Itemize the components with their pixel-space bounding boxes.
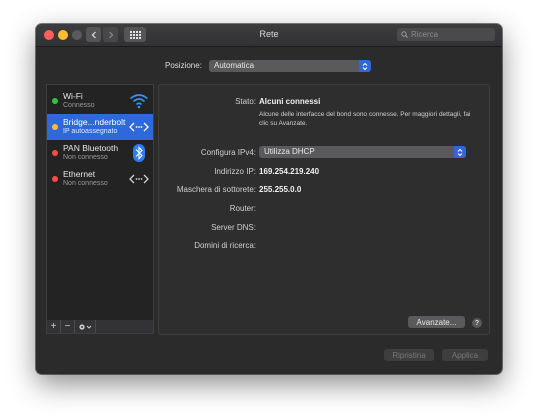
updown-chevron-icon <box>359 60 371 72</box>
status-description: Alcune delle interfacce del bond sono co… <box>259 111 471 127</box>
status-value: Alcuni connessi <box>259 97 321 106</box>
location-popup[interactable]: Automatica <box>209 60 371 72</box>
ip-address-value: 169.254.219.240 <box>259 167 320 176</box>
add-service-button[interactable]: + <box>47 320 61 333</box>
service-item-thunderbolt-bridge[interactable]: Bridge...nderbolt IP autoassegnato <box>47 114 153 140</box>
search-icon <box>401 31 408 38</box>
service-status: Non connesso <box>63 180 108 187</box>
gear-icon <box>79 323 92 330</box>
service-list: Wi-Fi Connesso Bridge...nderbolt IP auto… <box>46 84 154 322</box>
search-domains-label: Domini di ricerca: <box>194 241 256 250</box>
ip-address-label: Indirizzo IP: <box>214 167 256 176</box>
updown-chevron-icon <box>454 146 466 158</box>
status-label: Stato: <box>235 97 256 106</box>
service-status: Non connesso <box>63 154 108 161</box>
ipv4-config-label: Configura IPv4: <box>200 148 256 157</box>
service-name: Ethernet <box>63 169 96 179</box>
location-label: Posizione: <box>165 61 202 70</box>
apply-button[interactable]: Applica <box>442 349 488 361</box>
revert-button[interactable]: Ripristina <box>384 349 434 361</box>
thunderbolt-bridge-icon <box>129 117 149 137</box>
service-detail-panel: Stato: Alcuni connessi Alcune delle inte… <box>158 84 490 335</box>
status-dot <box>52 98 58 104</box>
service-name: Wi-Fi <box>63 91 83 101</box>
router-label: Router: <box>229 204 256 213</box>
action-menu-button[interactable] <box>75 320 96 333</box>
title-bar: Rete <box>36 24 502 47</box>
status-dot <box>52 150 58 156</box>
advanced-button[interactable]: Avanzate... <box>408 316 465 328</box>
service-list-toolbar: + − <box>46 320 154 334</box>
service-status: IP autoassegnato <box>63 128 118 135</box>
subnet-mask-value: 255.255.0.0 <box>259 185 302 194</box>
help-button[interactable]: ? <box>472 318 482 328</box>
service-name: Bridge...nderbolt <box>63 117 126 127</box>
dns-server-label: Server DNS: <box>211 223 256 232</box>
service-item-ethernet[interactable]: Ethernet Non connesso <box>47 166 153 192</box>
ipv4-config-popup[interactable]: Utilizza DHCP <box>259 146 466 158</box>
service-name: PAN Bluetooth <box>63 143 119 153</box>
service-item-bluetooth-pan[interactable]: PAN Bluetooth Non connesso <box>47 140 153 166</box>
status-dot <box>52 176 58 182</box>
status-dot <box>52 124 58 130</box>
search-field[interactable] <box>397 28 495 41</box>
service-status: Connesso <box>63 102 95 109</box>
ipv4-config-value: Utilizza DHCP <box>264 147 315 156</box>
network-preferences-window: Rete Posizione: Automatica Wi-Fi Conness… <box>36 24 502 374</box>
service-item-wifi[interactable]: Wi-Fi Connesso <box>47 88 153 114</box>
location-value: Automatica <box>214 61 255 70</box>
remove-service-button[interactable]: − <box>61 320 75 333</box>
subnet-mask-label: Maschera di sottorete: <box>176 185 256 194</box>
search-input[interactable] <box>411 30 491 39</box>
